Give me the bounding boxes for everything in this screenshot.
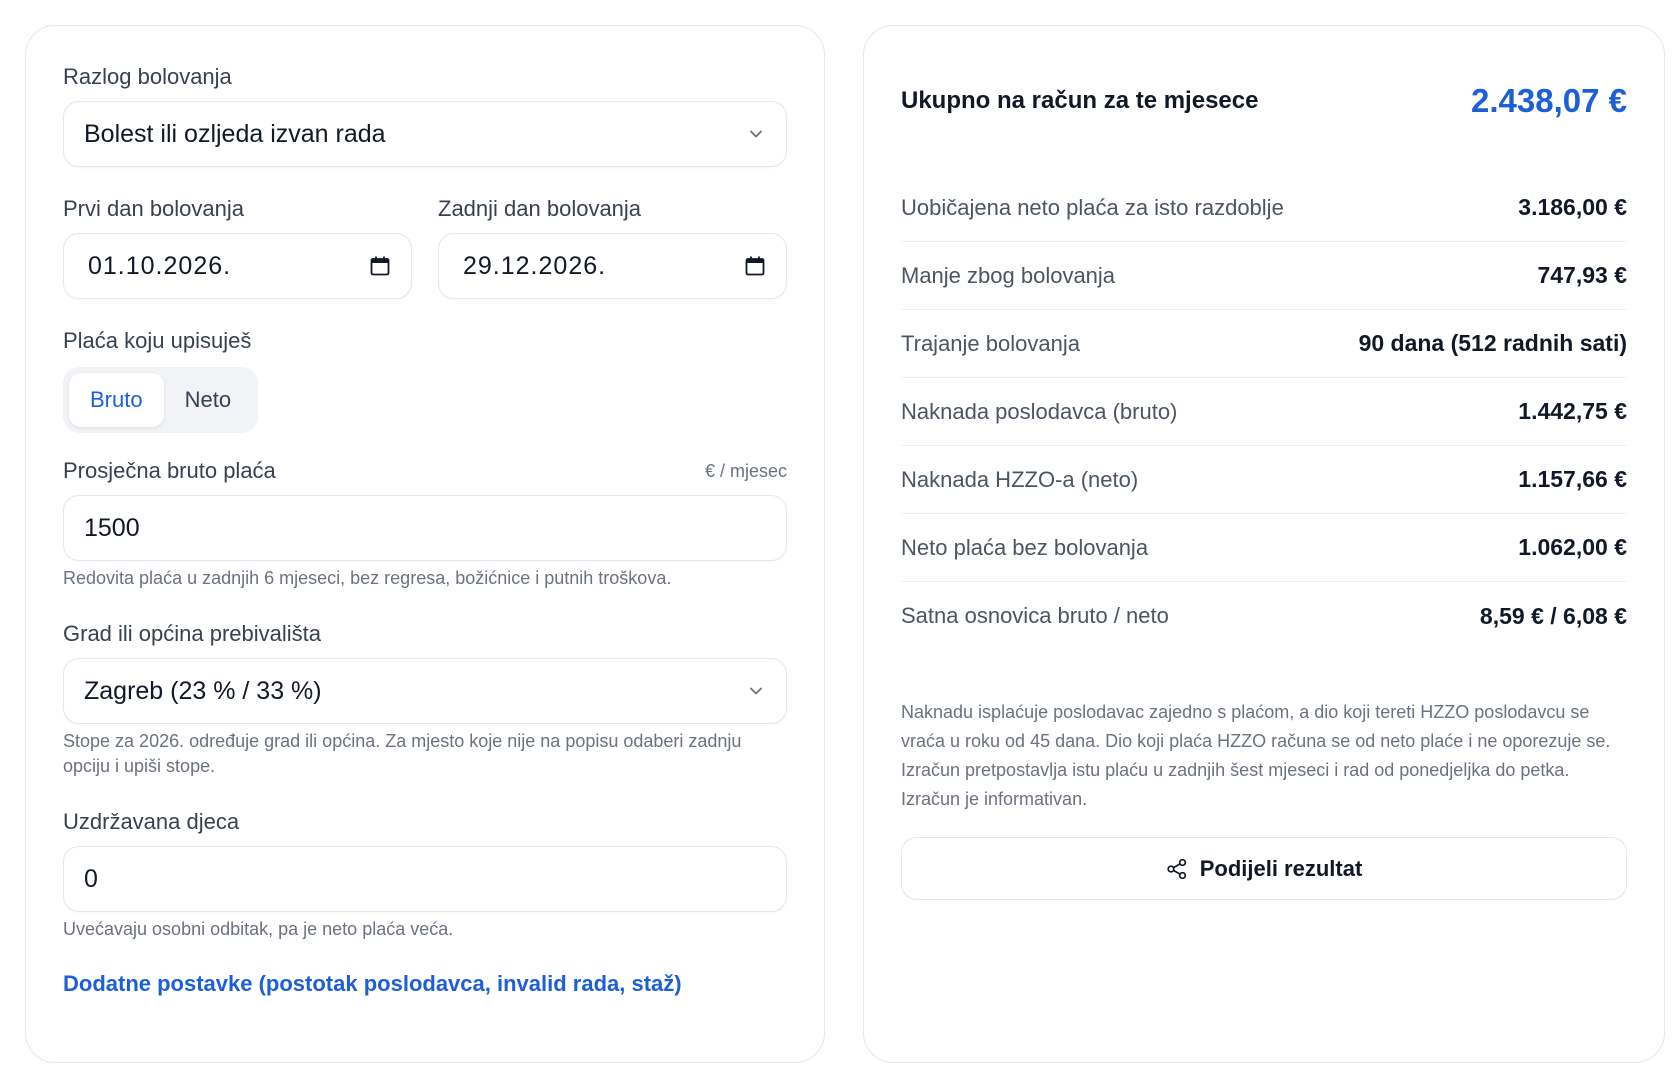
children-help: Uvećavaju osobni odbitak, pa je neto pla… [63, 919, 454, 939]
children-label: Uzdržavana djeca [63, 809, 240, 834]
result-row-label: Naknada HZZO-a (neto) [901, 466, 1139, 492]
city-help: Stope za 2026. određuje grad ili općina.… [63, 731, 742, 776]
calculator-form-card: Razlog bolovanja Bolest ili ozljeda izva… [25, 25, 825, 1063]
neto-toggle-button[interactable]: Neto [164, 373, 252, 427]
result-row-label: Satna osnovica bruto / neto [901, 603, 1169, 628]
avg-salary-group: Prosječna bruto plaća € / mjesec 1500 Re… [63, 458, 787, 591]
total-value: 2.438,07 € [1471, 82, 1627, 119]
last-day-value: 29.12.2026. [463, 251, 607, 280]
result-row-value: 1.062,00 € [1518, 534, 1627, 560]
disclaimer-note: Naknadu isplaćuje poslodavac zajedno s p… [901, 702, 1611, 809]
first-day-label: Prvi dan bolovanja [63, 196, 245, 221]
total-row: Ukupno na račun za te mjesece 2.438,07 € [901, 26, 1627, 174]
city-select[interactable]: Zagreb (23 % / 33 %) [63, 658, 787, 724]
date-range-group: Prvi dan bolovanja 01.10.2026. Zadnji da… [63, 196, 787, 299]
results-list: Uobičajena neto plaća za isto razdoblje … [901, 174, 1627, 650]
result-row: Neto plaća bez bolovanja 1.062,00 € [901, 514, 1627, 582]
chevron-down-icon [750, 130, 762, 138]
result-row-value: 3.186,00 € [1518, 194, 1627, 220]
share-result-button[interactable]: Podijeli rezultat [901, 837, 1627, 900]
result-row-label: Trajanje bolovanja [901, 330, 1080, 356]
reason-label: Razlog bolovanja [63, 64, 232, 89]
first-day-date-input[interactable]: 01.10.2026. [63, 233, 412, 299]
avg-salary-unit: € / mjesec [704, 460, 787, 481]
total-label: Ukupno na račun za te mjesece [901, 87, 1259, 114]
result-row-value: 1.442,75 € [1518, 398, 1627, 424]
calendar-icon[interactable] [369, 255, 391, 277]
avg-salary-label-row: Prosječna bruto plaća € / mjesec [63, 458, 787, 484]
last-day-date-input[interactable]: 29.12.2026. [438, 233, 787, 299]
result-row: Naknada poslodavca (bruto) 1.442,75 € [901, 378, 1627, 446]
children-value: 0 [84, 864, 98, 893]
salary-type-group: Plaća koju upisuješ Bruto Neto [63, 328, 787, 433]
result-row-label: Uobičajena neto plaća za isto razdoblje [901, 194, 1284, 220]
results-card: Ukupno na račun za te mjesece 2.438,07 €… [863, 25, 1665, 1063]
avg-salary-help: Redovita plaća u zadnjih 6 mjeseci, bez … [63, 568, 672, 588]
result-row-value: 8,59 € / 6,08 € [1479, 602, 1627, 629]
city-label: Grad ili općina prebivališta [63, 621, 322, 646]
city-select-value: Zagreb (23 % / 33 %) [84, 676, 322, 705]
result-row-value: 90 dana (512 radnih sati) [1358, 330, 1627, 356]
last-day-label: Zadnji dan bolovanja [438, 196, 642, 221]
result-row-label: Neto plaća bez bolovanja [901, 534, 1149, 560]
result-row-label: Naknada poslodavca (bruto) [901, 398, 1178, 424]
share-result-label: Podijeli rezultat [1199, 855, 1363, 881]
first-day-value: 01.10.2026. [88, 251, 232, 280]
children-input[interactable]: 0 [63, 846, 787, 912]
calendar-icon[interactable] [744, 255, 766, 277]
reason-select-value: Bolest ili ozljeda izvan rada [84, 119, 386, 148]
result-row-label: Manje zbog bolovanja [901, 262, 1116, 288]
reason-select[interactable]: Bolest ili ozljeda izvan rada [63, 101, 787, 167]
advanced-settings-link[interactable]: Dodatne postavke (postotak poslodavca, i… [63, 971, 787, 997]
city-group: Grad ili općina prebivališta Zagreb (23 … [63, 621, 787, 779]
result-row: Uobičajena neto plaća za isto razdoblje … [901, 174, 1627, 242]
last-day-group: Zadnji dan bolovanja 29.12.2026. [438, 196, 787, 299]
result-row-value: 747,93 € [1537, 262, 1627, 288]
chevron-down-icon [750, 687, 762, 695]
reason-group: Razlog bolovanja Bolest ili ozljeda izva… [63, 64, 787, 167]
result-row: Satna osnovica bruto / neto 8,59 € / 6,0… [901, 582, 1627, 650]
result-row: Naknada HZZO-a (neto) 1.157,66 € [901, 446, 1627, 514]
avg-salary-value: 1500 [84, 513, 140, 542]
share-icon [1167, 858, 1186, 879]
children-group: Uzdržavana djeca 0 Uvećavaju osobni odbi… [63, 809, 787, 942]
bruto-toggle-button[interactable]: Bruto [69, 373, 164, 427]
avg-salary-label: Prosječna bruto plaća [63, 458, 276, 483]
salary-type-label: Plaća koju upisuješ [63, 328, 252, 353]
first-day-group: Prvi dan bolovanja 01.10.2026. [63, 196, 412, 299]
result-row-value: 1.157,66 € [1518, 466, 1627, 492]
page: Razlog bolovanja Bolest ili ozljeda izva… [0, 0, 1680, 1082]
result-row: Trajanje bolovanja 90 dana (512 radnih s… [901, 310, 1627, 378]
salary-type-toggle: Bruto Neto [63, 367, 259, 433]
avg-salary-input[interactable]: 1500 [63, 495, 787, 561]
result-row: Manje zbog bolovanja 747,93 € [901, 242, 1627, 310]
